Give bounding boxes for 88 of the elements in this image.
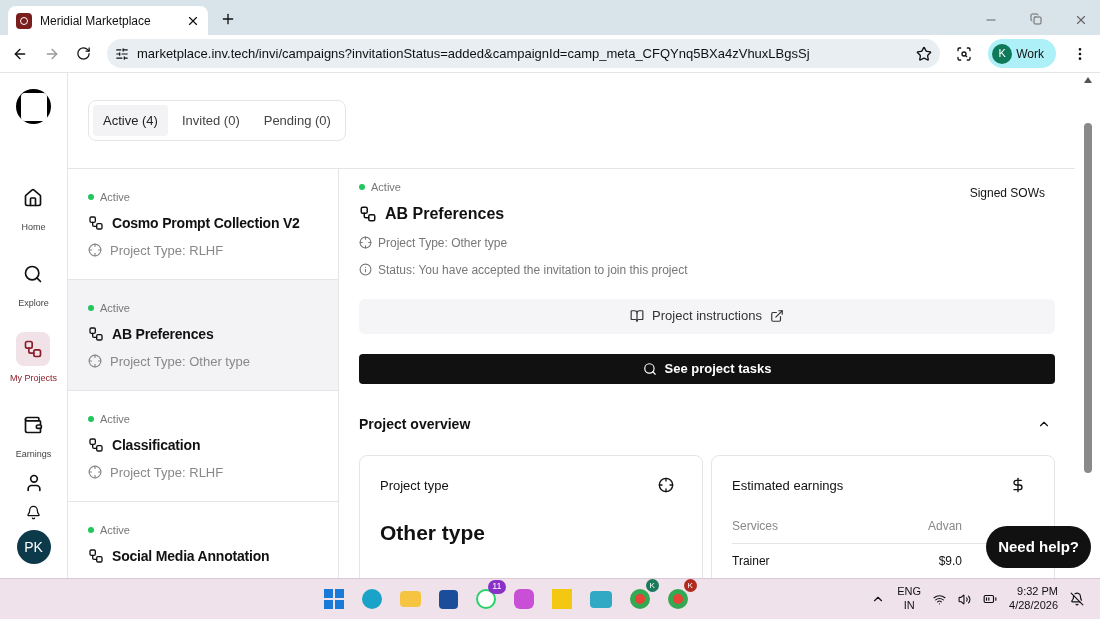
bell-icon[interactable] xyxy=(26,505,41,520)
target-icon xyxy=(658,477,674,494)
clock-date[interactable]: 4/28/2026 xyxy=(1009,599,1058,613)
status-label: Active xyxy=(100,190,130,205)
status-label: Active xyxy=(371,180,401,195)
instructions-button[interactable]: Project instructions xyxy=(359,298,1055,334)
project-type-value: Other type xyxy=(380,520,487,546)
target-icon xyxy=(88,243,102,258)
workflow-icon xyxy=(88,437,104,453)
filter-tab[interactable]: Pending (0) xyxy=(253,104,341,137)
workflow-icon xyxy=(88,548,104,564)
region-label[interactable]: IN xyxy=(903,599,915,613)
user-avatar[interactable]: PK xyxy=(16,530,51,564)
restore-icon[interactable] xyxy=(1030,13,1042,25)
card-title: Project type xyxy=(380,476,449,495)
column-header: Services xyxy=(732,518,778,535)
nav-item[interactable]: Home xyxy=(16,181,51,235)
project-card[interactable]: Active AB Preferences Project Type: Other type xyxy=(68,280,338,391)
wallet-icon xyxy=(23,414,44,435)
new-tab-icon[interactable] xyxy=(220,11,236,27)
project-title: AB Preferences xyxy=(385,203,505,224)
workflow-icon xyxy=(88,326,104,342)
profile-label: Work xyxy=(1016,45,1044,63)
info-icon xyxy=(359,263,372,276)
site-info-icon[interactable] xyxy=(115,46,129,61)
target-icon xyxy=(88,465,102,480)
nav-item[interactable]: Explore xyxy=(16,256,51,310)
search-icon xyxy=(23,263,44,284)
bookmark-icon[interactable] xyxy=(916,45,933,62)
nav-item[interactable]: My Projects xyxy=(10,332,57,386)
wifi-icon[interactable] xyxy=(933,592,947,606)
profile-badge: K xyxy=(645,579,659,592)
section-title: Project overview xyxy=(359,414,471,434)
clock-time[interactable]: 9:32 PM xyxy=(1017,585,1058,599)
search-icon xyxy=(642,361,657,376)
address-bar[interactable]: marketplace.inv.tech/invi/campaigns?invitationStatus=added&campaignId=camp_meta_CFQYnq5BXa4zVhuxLBgsSj xyxy=(107,39,941,68)
help-button[interactable]: Need help? xyxy=(986,526,1091,568)
status-label: Active xyxy=(100,523,130,538)
reload-icon[interactable] xyxy=(76,46,91,61)
nav-label: My Projects xyxy=(10,372,57,385)
external-link-icon xyxy=(769,309,784,323)
tab-title: Meridial Marketplace xyxy=(40,12,152,30)
column-header: Advan xyxy=(927,518,962,535)
signed-sows-link[interactable]: Signed SOWs xyxy=(969,184,1045,279)
book-icon xyxy=(630,309,645,323)
nav-label: Home xyxy=(21,221,46,234)
table-cell-text: $9.0 xyxy=(938,553,962,570)
project-type: Project Type: Other type xyxy=(378,234,508,252)
project-type: Project Type: Other type xyxy=(110,352,250,371)
filter-tab[interactable]: Active (4) xyxy=(93,104,168,137)
lens-icon[interactable] xyxy=(956,45,973,62)
start-icon[interactable] xyxy=(323,589,344,609)
table-cell-text: Trainer xyxy=(732,553,770,570)
filter-tab[interactable]: Invited (0) xyxy=(171,104,250,137)
app-logo-icon[interactable] xyxy=(16,89,51,124)
profile-badge: K xyxy=(683,579,697,592)
workflow-icon xyxy=(88,215,104,231)
project-name: Cosmo Prompt Collection V2 xyxy=(112,213,300,233)
project-name: AB Preferences xyxy=(112,324,214,344)
nav-label: Earnings xyxy=(15,447,52,461)
volume-icon[interactable] xyxy=(958,592,972,606)
project-type: Project Type: RLHF xyxy=(110,241,224,260)
project-name: Social Media Annotation xyxy=(112,546,270,566)
workflow-icon xyxy=(359,204,377,223)
language-label[interactable]: ENG xyxy=(897,585,922,599)
nav-label: Explore xyxy=(18,296,49,310)
target-icon xyxy=(88,354,102,369)
battery-icon[interactable] xyxy=(983,592,998,606)
home-icon xyxy=(23,188,44,208)
url-text: marketplace.inv.tech/invi/campaigns?invitationStatus=added&campaignId=camp_meta_CFQYnq5BXa4zVhuxLBgsSj xyxy=(137,44,811,63)
notification-badge: 11 xyxy=(488,580,506,594)
close-window-icon[interactable] xyxy=(1074,13,1088,27)
status-label: Active xyxy=(100,412,130,427)
dollar-icon xyxy=(1010,477,1026,494)
project-name: Classification xyxy=(112,435,201,455)
notification-icon[interactable] xyxy=(1070,592,1084,606)
status-label: Active xyxy=(100,301,130,316)
site-logo-icon xyxy=(16,12,32,29)
status-message: Status: You have accepted the invitation to join this project xyxy=(378,261,688,279)
browser-tab[interactable]: Meridial Marketplace xyxy=(8,6,208,35)
nav-item[interactable]: Earnings xyxy=(15,407,52,461)
card-title: Estimated earnings xyxy=(732,476,844,495)
see-tasks-button[interactable]: See project tasks xyxy=(359,353,1055,384)
workflow-icon xyxy=(23,339,44,359)
profile-button[interactable]: K Work xyxy=(988,39,1056,68)
profile-avatar: K xyxy=(992,43,1013,64)
project-type: Project Type: RLHF xyxy=(110,463,224,482)
target-icon xyxy=(359,236,372,249)
